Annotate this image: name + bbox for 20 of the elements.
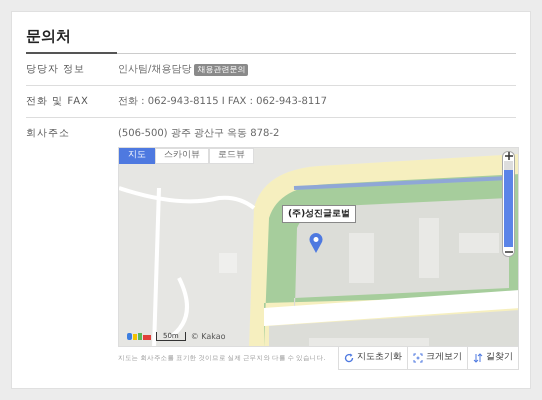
field-label: 전화 및 FAX: [26, 95, 90, 109]
map-tab[interactable]: 로드뷰: [209, 148, 254, 164]
section-title: 문의처: [26, 26, 71, 47]
tag-label: 채용관련문의: [194, 64, 248, 76]
zoom-control[interactable]: [502, 151, 515, 257]
map-pin-icon[interactable]: [309, 233, 323, 253]
sort-arrows-icon: [473, 353, 483, 363]
logo-icon: [127, 332, 151, 341]
field-label: 당당자 정보: [26, 63, 86, 77]
expand-icon: [413, 353, 423, 363]
marker-label: (주)성진글로벌: [282, 205, 356, 223]
field-value: 전화 : 062-943-8115 I FAX : 062-943-8117: [118, 95, 327, 109]
field-label: 회사주소: [26, 127, 71, 141]
refresh-icon: [344, 353, 354, 363]
map-tab[interactable]: 지도: [119, 148, 155, 164]
field-value: (506-500) 광주 광산구 옥동 878-2: [118, 127, 280, 141]
field-value: 인사팀/채용담당: [118, 63, 192, 77]
map-tab[interactable]: 스카이뷰: [155, 148, 209, 164]
copyright-text: © Kakao: [190, 332, 226, 341]
zoom-in-icon[interactable]: [504, 152, 512, 160]
